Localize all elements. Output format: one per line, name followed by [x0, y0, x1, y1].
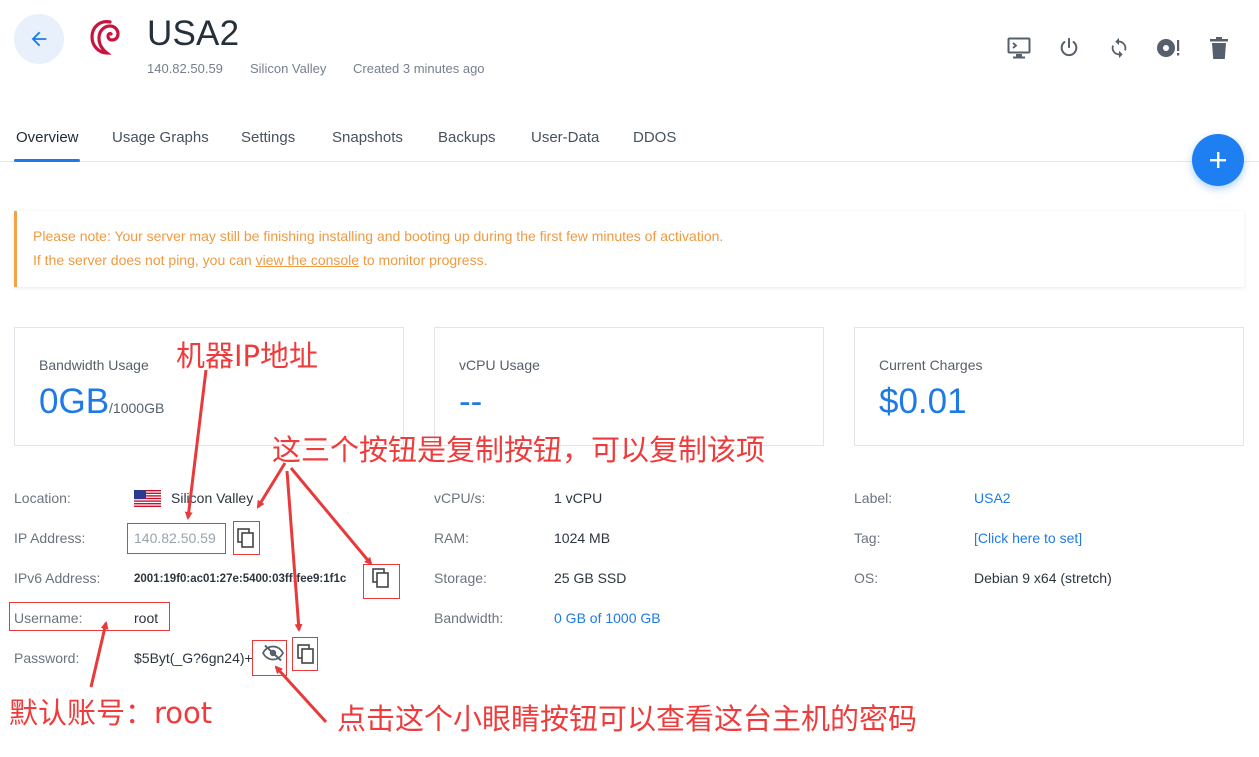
- console-icon[interactable]: [1005, 33, 1033, 63]
- header-created: Created 3 minutes ago: [353, 61, 485, 76]
- tab-overview[interactable]: Overview: [16, 129, 79, 146]
- eye-annotation: 点击这个小眼睛按钮可以查看这台主机的密码: [337, 702, 918, 736]
- charges-card: Current Charges $0.01: [854, 327, 1244, 446]
- reinstall-icon[interactable]: [1155, 33, 1183, 63]
- storage-label: Storage:: [434, 570, 487, 586]
- label-label: Label:: [854, 490, 893, 506]
- notice-line-1: Please note: Your server may still be fi…: [33, 228, 724, 244]
- password-label: Password:: [14, 650, 80, 666]
- username-highlight-box: [9, 602, 170, 631]
- notice-line-2: If the server does not ping, you can vie…: [33, 252, 487, 268]
- header-ip: 140.82.50.59: [147, 61, 223, 76]
- activation-notice: Please note: Your server may still be fi…: [14, 211, 1244, 287]
- tag-link[interactable]: [Click here to set]: [974, 530, 1082, 546]
- tab-ddos[interactable]: DDOS: [633, 129, 676, 146]
- notice-text-end: to monitor progress.: [359, 252, 488, 268]
- back-button[interactable]: [14, 14, 64, 64]
- ram-value: 1024 MB: [554, 530, 611, 546]
- card-label: vCPU Usage: [459, 357, 540, 373]
- tab-user-data[interactable]: User-Data: [531, 129, 599, 146]
- bandwidth-value: 0GB/1000GB: [39, 382, 164, 422]
- password-value[interactable]: $5Byt(_G?6gn24)+: [134, 650, 253, 666]
- header-location: Silicon Valley: [250, 61, 327, 76]
- bandwidth-unit: /1000GB: [109, 400, 165, 416]
- charges-value: $0.01: [879, 382, 967, 421]
- storage-value: 25 GB SSD: [554, 570, 627, 586]
- bandwidth-link[interactable]: 0 GB of 1000 GB: [554, 610, 661, 626]
- ipv6-label: IPv6 Address:: [14, 570, 101, 586]
- ip-highlight-box: [127, 523, 226, 554]
- tab-snapshots[interactable]: Snapshots: [332, 129, 403, 146]
- page-title: USA2: [147, 14, 240, 53]
- delete-icon[interactable]: [1205, 33, 1233, 63]
- os-label: OS:: [854, 570, 879, 586]
- tab-backups[interactable]: Backups: [438, 129, 496, 146]
- tab-settings[interactable]: Settings: [241, 129, 295, 146]
- copy-annotation: 这三个按钮是复制按钮，可以复制该项: [272, 433, 766, 467]
- bandwidth-label: Bandwidth:: [434, 610, 504, 626]
- ram-label: RAM:: [434, 530, 469, 546]
- ip-label: IP Address:: [14, 530, 86, 546]
- bandwidth-used: 0GB: [39, 382, 110, 421]
- os-value: Debian 9 x64 (stretch): [974, 570, 1112, 586]
- active-tab-indicator: [14, 159, 80, 162]
- plus-icon: [1210, 152, 1226, 168]
- ipv6-value[interactable]: 2001:19f0:ac01:27e:5400:03ff:fee9:1f1c: [134, 573, 346, 585]
- vcpu-value: --: [459, 382, 483, 421]
- location-value: Silicon Valley: [171, 490, 254, 506]
- restart-icon[interactable]: [1105, 33, 1133, 63]
- eye-highlight-box: [252, 640, 287, 676]
- copy-ipv6-highlight-box: [363, 564, 400, 599]
- tab-usage-graphs[interactable]: Usage Graphs: [112, 129, 209, 146]
- notice-text: If the server does not ping, you can: [33, 252, 256, 268]
- power-icon[interactable]: [1055, 33, 1083, 63]
- tab-bar: Overview Usage Graphs Settings Snapshots…: [0, 120, 1259, 162]
- label-link[interactable]: USA2: [974, 490, 1011, 506]
- view-console-link[interactable]: view the console: [256, 252, 360, 268]
- ip-annotation: 机器IP地址: [176, 339, 319, 373]
- arrow-left-icon: [31, 31, 47, 47]
- us-flag-icon: [134, 490, 161, 507]
- account-annotation: 默认账号：root: [9, 696, 213, 730]
- tag-label: Tag:: [854, 530, 881, 546]
- debian-logo: [86, 14, 128, 60]
- card-label: Current Charges: [879, 357, 983, 373]
- vcpus-label: vCPU/s:: [434, 490, 486, 506]
- card-label: Bandwidth Usage: [39, 357, 149, 373]
- copy-password-highlight-box: [292, 637, 318, 671]
- add-button[interactable]: [1192, 134, 1244, 186]
- vcpus-value: 1 vCPU: [554, 490, 603, 506]
- location-label: Location:: [14, 490, 71, 506]
- copy-ip-highlight-box: [233, 521, 260, 555]
